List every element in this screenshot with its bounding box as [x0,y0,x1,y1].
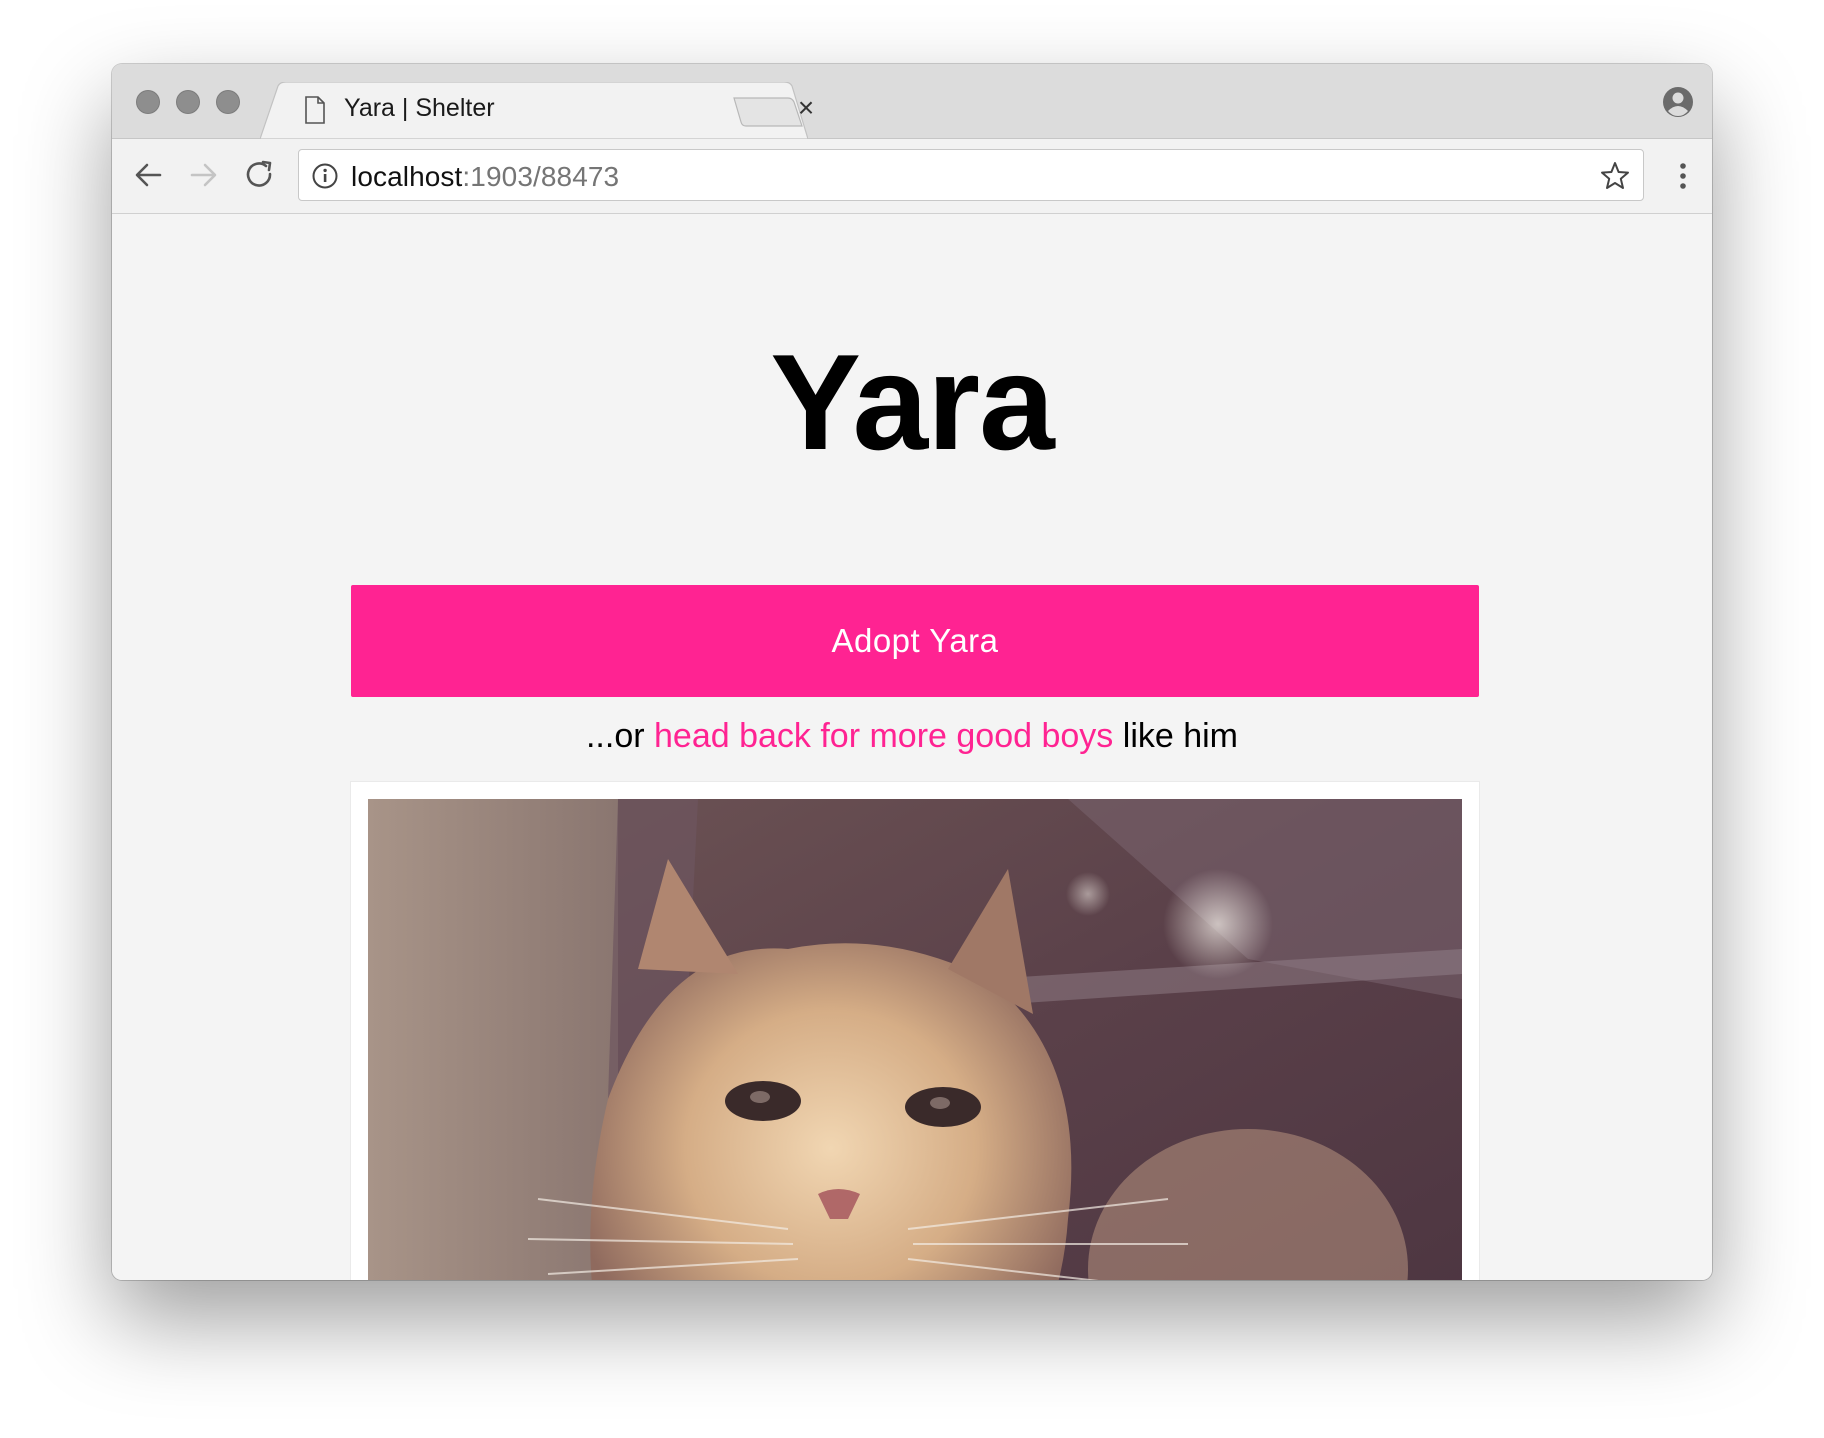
document-icon [304,96,326,129]
page-title: Yara [770,326,1054,478]
tab-shape [260,82,808,139]
url-path: :1903/88473 [462,161,620,192]
address-bar[interactable]: localhost:1903/88473 [298,149,1644,201]
more-pets-link[interactable]: head back for more good boys [654,717,1113,755]
url-text[interactable]: localhost:1903/88473 [351,161,619,193]
photo-card [351,782,1479,1280]
window-close-dot[interactable] [136,90,160,114]
subline-prefix: ...or [585,717,655,755]
kebab-menu-icon[interactable] [1678,161,1688,191]
window-zoom-dot[interactable] [216,90,240,114]
profile-icon[interactable] [1662,86,1694,118]
arrow-left-icon[interactable] [130,157,166,193]
tab-title: Yara | Shelter [344,94,495,122]
browser-toolbar: localhost:1903/88473 [112,139,1712,214]
reload-icon[interactable] [242,157,278,193]
pet-photo [368,799,1462,1280]
subline-suffix: like him [1113,717,1239,755]
adopt-button[interactable]: Adopt Yara [351,585,1479,697]
tab-active[interactable]: Yara | Shelter × [260,82,814,139]
page-viewport: Yara Adopt Yara ...or head back for more… [112,214,1712,1280]
browser-window: Yara | Shelter × localhost:1903/88473 Ya… [112,64,1712,1280]
new-tab-button[interactable] [732,96,804,133]
window-minimize-dot[interactable] [176,90,200,114]
url-host: localhost [351,161,463,192]
arrow-right-icon[interactable] [186,157,222,193]
info-icon[interactable] [311,162,339,190]
back-link-line: ...or head back for more good boys like … [112,714,1712,758]
tab-strip: Yara | Shelter × [112,64,1712,139]
star-icon[interactable] [1599,160,1631,192]
